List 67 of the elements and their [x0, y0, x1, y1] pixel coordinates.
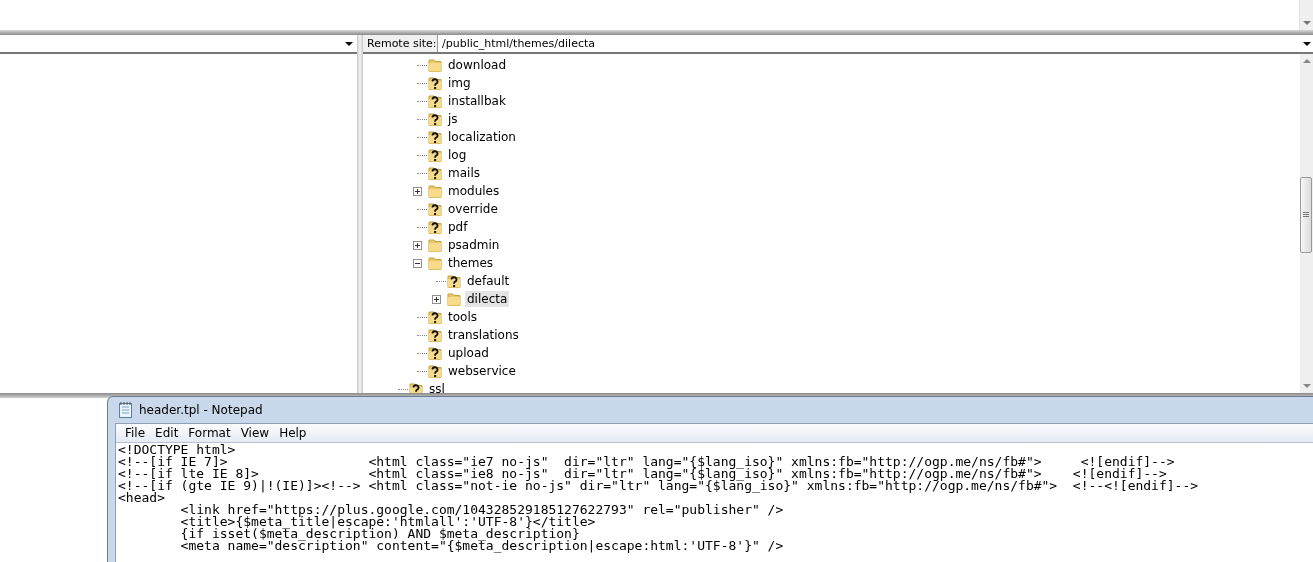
expand-icon[interactable] [413, 240, 422, 250]
folder-icon [446, 291, 462, 307]
menu-item[interactable]: Edit [150, 426, 184, 440]
unknown-folder-icon [427, 345, 443, 361]
unknown-folder-icon [427, 201, 443, 217]
code-line: <!--[if lte IE 8]> <html class="ie8 no-js" dir="ltr" lang="{$lang_iso}" xmlns:fb="http://ogp.me/ns/fb#"> <![endif]--> [118, 468, 1167, 480]
tree-item[interactable]: psadmin [446, 237, 502, 253]
menu-item[interactable]: View [235, 426, 275, 440]
unknown-folder-icon [427, 93, 443, 109]
tree-item[interactable]: themes [446, 255, 496, 271]
folder-icon [427, 57, 443, 73]
scroll-down-icon[interactable] [1302, 20, 1311, 26]
unknown-folder-icon [427, 129, 443, 145]
expand-icon[interactable] [432, 294, 441, 304]
dropdown-arrow-icon [345, 40, 353, 47]
unknown-folder-icon [427, 309, 443, 325]
collapse-icon[interactable] [413, 258, 422, 268]
tree-item[interactable]: translations [446, 327, 521, 343]
code-line: <!--[if IE 7]> <html class="ie7 no-js" dir="ltr" lang="{$lang_iso}" xmlns:fb="http://ogp.me/ns/fb#"> <![endif]--> [118, 456, 1176, 468]
code-line: <link href="https://plus.google.com/104328529185127622793" rel="publisher" /> [179, 504, 785, 516]
scroll-down-icon[interactable] [1302, 383, 1311, 389]
code-line: <!DOCTYPE html> [118, 444, 237, 456]
tree-item[interactable]: log [446, 147, 469, 163]
tree-item[interactable]: upload [446, 345, 491, 361]
code-line: <title>{$meta_title|escape:'htmlall':'UTF-8'}</title> [179, 516, 596, 528]
tree-item[interactable]: webservice [446, 363, 518, 379]
scrollbar[interactable] [1300, 54, 1313, 393]
tree-item[interactable]: localization [446, 129, 518, 145]
menu-item[interactable]: Format [183, 426, 236, 440]
remote-path-field[interactable]: /public_html/themes/dilecta [438, 37, 1303, 50]
menu-item[interactable]: Help [274, 426, 312, 440]
window-title: header.tpl - Notepad [139, 403, 263, 417]
unknown-folder-icon [427, 111, 443, 127]
tree-item[interactable]: default [465, 273, 512, 289]
tree-item[interactable]: modules [446, 183, 502, 199]
tree-item[interactable]: override [446, 201, 500, 217]
tree-item[interactable]: tools [446, 309, 479, 325]
unknown-folder-icon [427, 165, 443, 181]
tree-item[interactable]: img [446, 75, 473, 91]
folder-icon [427, 237, 443, 253]
remote-site-label: Remote site: [363, 35, 438, 52]
folder-icon [427, 183, 443, 199]
code-line: <head> [118, 492, 165, 504]
dropdown-arrow-icon [1303, 40, 1311, 47]
notepad-icon [118, 402, 133, 418]
folder-icon [427, 255, 443, 271]
tree-item[interactable]: js [446, 111, 460, 127]
tree-item[interactable]: installbak [446, 93, 508, 109]
tree-item[interactable]: pdf [446, 219, 470, 235]
unknown-folder-icon [427, 327, 443, 343]
tree-item[interactable]: download [446, 57, 509, 73]
unknown-folder-icon [446, 273, 462, 289]
code-line: {if isset($meta_description) AND $meta_description} [179, 528, 580, 540]
tree-item[interactable]: mails [446, 165, 482, 181]
unknown-folder-icon [427, 363, 443, 379]
tree-item[interactable]: ssl [427, 381, 447, 393]
menu-item[interactable]: File [120, 426, 151, 440]
tree-item[interactable]: dilecta [465, 291, 510, 307]
expand-icon[interactable] [413, 186, 422, 196]
unknown-folder-icon [427, 147, 443, 163]
unknown-folder-icon [427, 75, 443, 91]
code-line: <!--[if (gte IE 9)|!(IE)]><!--> <html class="not-ie no-js" dir="ltr" lang="{$lang_iso}" xmlns:fb="http://ogp.me/ns/fb#"> <!--<![endif]--> [118, 480, 1200, 492]
code-line: <meta name="description" content="{$meta_description|escape:html:'UTF-8'}" /> [179, 540, 785, 552]
unknown-folder-icon [427, 219, 443, 235]
scroll-up-icon[interactable] [1302, 58, 1311, 64]
scrollbar[interactable] [1299, 0, 1313, 30]
scrollbar-thumb[interactable] [1300, 177, 1312, 253]
